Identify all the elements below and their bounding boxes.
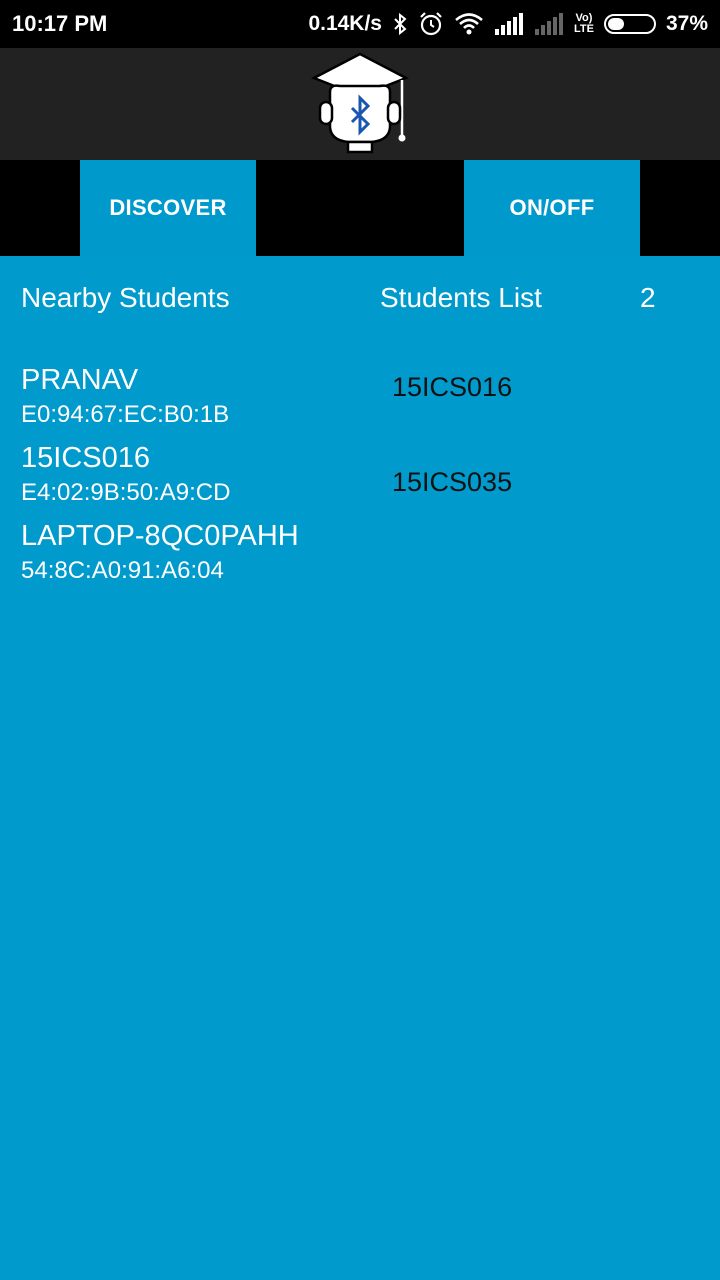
students-list-title: Students List <box>380 282 542 313</box>
status-bar: 10:17 PM 0.14K/s Vo) LTE 37% <box>0 0 720 48</box>
nearby-devices-list: PRANAV E0:94:67:EC:B0:1B 15ICS016 E4:02:… <box>21 362 361 596</box>
battery-fill <box>607 18 625 30</box>
device-name: PRANAV <box>21 364 139 396</box>
app-header <box>0 48 720 160</box>
network-speed: 0.14K/s <box>308 12 382 35</box>
device-address: E0:94:67:EC:B0:1B <box>21 401 230 428</box>
device-address: 54:8C:A0:91:A6:04 <box>21 557 224 584</box>
wifi-icon <box>455 13 483 35</box>
discover-button[interactable]: DISCOVER <box>80 160 256 256</box>
list-item[interactable]: 15ICS035 <box>392 464 692 559</box>
volte-label-bottom: LTE <box>574 23 594 35</box>
list-item[interactable]: LAPTOP-8QC0PAHH 54:8C:A0:91:A6:04 <box>21 518 361 596</box>
signal-empty-icon <box>535 13 563 35</box>
list-item[interactable]: 15ICS016 E4:02:9B:50:A9:CD <box>21 440 361 518</box>
list-item[interactable]: 15ICS016 <box>392 369 692 464</box>
main-content: Nearby Students Students List 2 PRANAV E… <box>0 256 720 1280</box>
alarm-clock-icon <box>420 12 442 36</box>
nearby-students-title: Nearby Students <box>21 282 230 313</box>
app-logo-icon <box>310 52 410 154</box>
device-name: 15ICS016 <box>21 442 150 474</box>
device-address: E4:02:9B:50:A9:CD <box>21 479 231 506</box>
battery-icon <box>603 14 656 34</box>
volte-icon: Vo) LTE <box>574 13 594 35</box>
battery-percent: 37% <box>665 12 708 35</box>
signal-strength-icon <box>495 13 523 35</box>
bluetooth-icon <box>394 12 407 36</box>
bluetooth-toggle-button[interactable]: ON/OFF <box>464 160 640 256</box>
student-count: 2 <box>640 282 656 313</box>
status-time: 10:17 PM <box>12 11 108 36</box>
button-bar: DISCOVER ON/OFF <box>0 160 720 256</box>
device-name: LAPTOP-8QC0PAHH <box>21 520 299 552</box>
students-list: 15ICS016 15ICS035 <box>392 369 692 559</box>
status-indicators: 0.14K/s Vo) LTE 37% <box>308 10 708 38</box>
list-item[interactable]: PRANAV E0:94:67:EC:B0:1B <box>21 362 361 440</box>
